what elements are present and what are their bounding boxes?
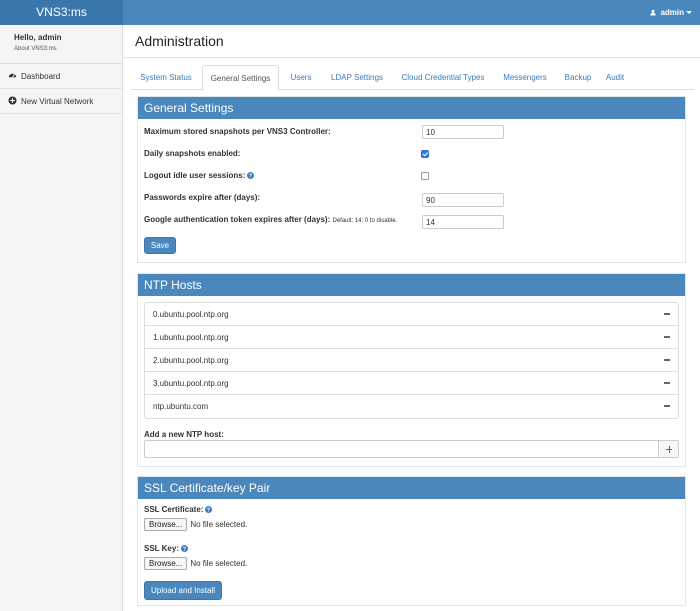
greeting-text: Hello, admin — [14, 33, 62, 42]
caret-down-icon — [686, 11, 692, 14]
tab-ldap-settings[interactable]: LDAP Settings — [323, 65, 391, 90]
remove-icon[interactable] — [664, 359, 670, 361]
upload-install-button[interactable]: Upload and Install — [144, 581, 222, 600]
tab-system-status[interactable]: System Status — [131, 65, 201, 90]
remove-icon[interactable] — [664, 313, 670, 315]
svg-text:?: ? — [207, 508, 211, 513]
tab-general-settings[interactable]: General Settings — [202, 65, 279, 91]
svg-text:?: ? — [249, 174, 253, 179]
remove-icon[interactable] — [664, 405, 670, 407]
google-token-label: Google authentication token expires afte… — [144, 215, 331, 224]
general-settings-panel: General Settings Maximum stored snapshot… — [137, 96, 686, 263]
panel-title: SSL Certificate/key Pair — [138, 477, 685, 499]
ssl-certificate-panel: SSL Certificate/key Pair SSL Certificate… — [137, 476, 686, 606]
ssl-key-row: SSL Key:? — [144, 544, 188, 553]
sidebar-item-label: Dashboard — [21, 72, 61, 81]
daily-snapshots-label: Daily snapshots enabled: — [144, 149, 241, 158]
list-item: ntp.ubuntu.com — [145, 395, 678, 418]
top-navbar: VNS3:ms admin — [0, 0, 700, 25]
daily-snapshots-checkbox[interactable] — [421, 150, 429, 158]
help-icon[interactable]: ? — [247, 172, 255, 179]
password-expire-input[interactable] — [422, 193, 504, 207]
ntp-host-label: ntp.ubuntu.com — [153, 402, 209, 411]
ssl-key-label: SSL Key: — [144, 544, 179, 553]
ntp-host-list: 0.ubuntu.pool.ntp.org 1.ubuntu.pool.ntp.… — [144, 302, 679, 419]
add-ntp-host-label: Add a new NTP host: — [144, 430, 224, 439]
tab-messengers[interactable]: Messengers — [495, 65, 555, 90]
password-expire-label: Passwords expire after (days): — [144, 193, 261, 202]
sidebar: Hello, admin About VNS3:ms Dashboard New… — [0, 25, 123, 611]
panel-title: General Settings — [138, 97, 685, 119]
logout-idle-row: Logout idle user sessions:? — [144, 171, 255, 180]
browse-button[interactable]: Browse... — [144, 557, 188, 570]
list-item: 2.ubuntu.pool.ntp.org — [145, 349, 678, 372]
help-icon[interactable]: ? — [180, 545, 188, 552]
help-icon[interactable]: ? — [205, 506, 213, 513]
ssl-certificate-label: SSL Certificate: — [144, 505, 204, 514]
tab-audit[interactable]: Audit — [598, 65, 632, 90]
max-snapshots-input[interactable] — [422, 125, 504, 139]
max-snapshots-label: Maximum stored snapshots per VNS3 Contro… — [144, 127, 331, 136]
save-button[interactable]: Save — [144, 237, 176, 254]
sidebar-item-dashboard[interactable]: Dashboard — [0, 64, 122, 89]
list-item: 3.ubuntu.pool.ntp.org — [145, 372, 678, 395]
logout-idle-checkbox[interactable] — [421, 172, 429, 180]
tab-cloud-credential-types[interactable]: Cloud Credential Types — [393, 65, 493, 90]
logout-idle-label: Logout idle user sessions: — [144, 171, 246, 180]
ssl-certificate-file-input: Browse... No file selected. — [144, 518, 247, 531]
ntp-host-input[interactable] — [144, 440, 659, 458]
brand-logo[interactable]: VNS3:ms — [0, 0, 123, 25]
sidebar-item-new-virtual-network[interactable]: New Virtual Network — [0, 89, 122, 114]
remove-icon[interactable] — [664, 336, 670, 338]
user-menu[interactable]: admin — [650, 0, 692, 25]
google-token-row: Google authentication token expires afte… — [144, 215, 397, 224]
file-status: No file selected. — [190, 520, 248, 529]
browse-button[interactable]: Browse... — [144, 518, 188, 531]
dashboard-icon — [8, 73, 17, 78]
ntp-host-label: 2.ubuntu.pool.ntp.org — [153, 356, 229, 365]
user-icon — [650, 9, 657, 16]
svg-text:?: ? — [183, 547, 187, 552]
list-item: 0.ubuntu.pool.ntp.org — [145, 303, 678, 326]
google-token-input[interactable] — [422, 215, 504, 229]
ssl-key-file-input: Browse... No file selected. — [144, 557, 247, 570]
about-link[interactable]: About VNS3:ms — [14, 46, 108, 52]
panel-title: NTP Hosts — [138, 274, 685, 296]
ssl-certificate-row: SSL Certificate:? — [144, 505, 213, 514]
tab-backup[interactable]: Backup — [559, 65, 597, 90]
remove-icon[interactable] — [664, 382, 670, 384]
sidebar-item-label: New Virtual Network — [21, 97, 94, 106]
greeting-block: Hello, admin About VNS3:ms — [0, 25, 122, 64]
admin-tabs: System Status General Settings Users LDA… — [131, 65, 694, 91]
ntp-host-label: 1.ubuntu.pool.ntp.org — [153, 333, 229, 342]
ntp-host-label: 3.ubuntu.pool.ntp.org — [153, 379, 229, 388]
tab-users[interactable]: Users — [281, 65, 321, 90]
ntp-hosts-panel: NTP Hosts 0.ubuntu.pool.ntp.org 1.ubuntu… — [137, 273, 686, 467]
ntp-host-label: 0.ubuntu.pool.ntp.org — [153, 310, 229, 319]
page-title: Administration — [135, 33, 224, 49]
user-menu-label: admin — [660, 8, 684, 17]
plus-circle-icon — [8, 96, 17, 105]
add-ntp-host-button[interactable] — [658, 440, 679, 458]
title-divider — [123, 57, 700, 58]
google-token-hint: Default: 14; 0 to disable. — [332, 218, 398, 224]
list-item: 1.ubuntu.pool.ntp.org — [145, 326, 678, 349]
file-status: No file selected. — [190, 559, 248, 568]
